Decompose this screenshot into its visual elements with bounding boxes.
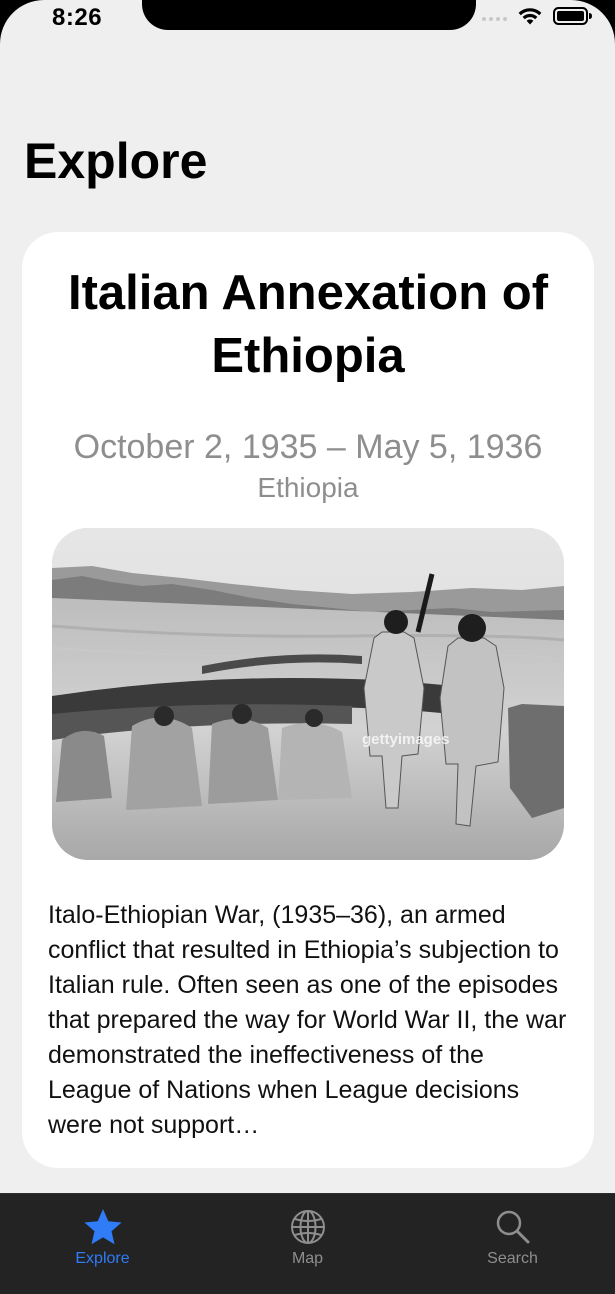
wifi-icon bbox=[518, 8, 542, 25]
event-dates: October 2, 1935 – May 5, 1936 bbox=[73, 428, 543, 466]
cellular-signal-icon bbox=[482, 17, 507, 21]
event-card[interactable]: Italian Annexation of Ethiopia October 2… bbox=[22, 232, 594, 1168]
tab-bar: Explore Map Search bbox=[0, 1193, 615, 1294]
tab-search[interactable]: Search bbox=[410, 1194, 615, 1294]
event-title: Italian Annexation of Ethiopia bbox=[67, 266, 549, 383]
event-photo[interactable]: gettyimages bbox=[52, 528, 564, 860]
star-icon bbox=[83, 1209, 122, 1245]
status-time: 8:26 bbox=[52, 4, 103, 31]
magnifying-glass-icon bbox=[496, 1210, 529, 1244]
event-location: Ethiopia bbox=[257, 472, 359, 503]
app-screen: 8:26 Explore Italian Annexation of Ethio… bbox=[0, 0, 615, 1294]
tab-map[interactable]: Map bbox=[205, 1194, 410, 1294]
tab-search-label: Search bbox=[487, 1250, 538, 1267]
tab-map-label: Map bbox=[291, 1250, 324, 1267]
event-description: Italo-Ethiopian War, (1935–36), an armed… bbox=[48, 901, 567, 1139]
globe-icon bbox=[290, 1210, 325, 1244]
page-title: Explore bbox=[24, 133, 208, 189]
historical-photo-illustration: gettyimages bbox=[52, 528, 564, 860]
tab-explore[interactable]: Explore bbox=[0, 1194, 205, 1294]
tab-explore-label: Explore bbox=[75, 1250, 130, 1267]
status-indicators bbox=[482, 6, 593, 26]
battery-icon bbox=[553, 7, 592, 25]
device-notch bbox=[142, 0, 476, 30]
photo-watermark: gettyimages bbox=[362, 731, 450, 748]
